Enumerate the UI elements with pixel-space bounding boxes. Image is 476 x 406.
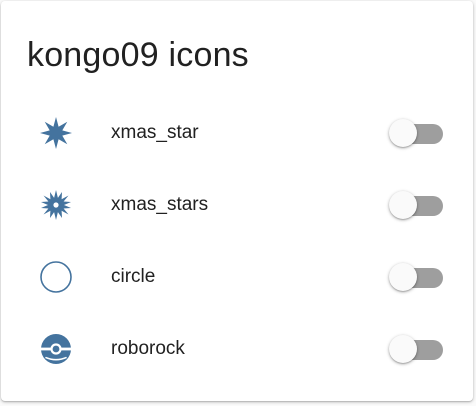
xmas-star-icon <box>39 116 73 150</box>
circle-icon <box>39 260 73 294</box>
toggle-thumb[interactable] <box>389 191 417 219</box>
card-title: kongo09 icons <box>27 36 249 74</box>
entities-card: kongo09 icons xmas_star xmas_stars circl… <box>1 1 473 401</box>
toggle-switch[interactable] <box>387 118 445 148</box>
toggle-switch[interactable] <box>387 190 445 220</box>
entity-row-xmas-star[interactable]: xmas_star <box>1 107 473 159</box>
entity-row-xmas-stars[interactable]: xmas_stars <box>1 179 473 231</box>
toggle-switch[interactable] <box>387 334 445 364</box>
toggle-thumb[interactable] <box>389 119 417 147</box>
entity-name: xmas_stars <box>111 194 209 215</box>
entity-name: xmas_star <box>111 122 199 143</box>
toggle-thumb[interactable] <box>389 263 417 291</box>
entity-row-roborock[interactable]: roborock <box>1 323 473 375</box>
entity-name: circle <box>111 266 156 287</box>
toggle-thumb[interactable] <box>389 335 417 363</box>
entity-row-circle[interactable]: circle <box>1 251 473 303</box>
entity-name: roborock <box>111 338 185 359</box>
xmas-stars-icon <box>39 188 73 222</box>
roborock-icon <box>39 332 73 366</box>
toggle-switch[interactable] <box>387 262 445 292</box>
